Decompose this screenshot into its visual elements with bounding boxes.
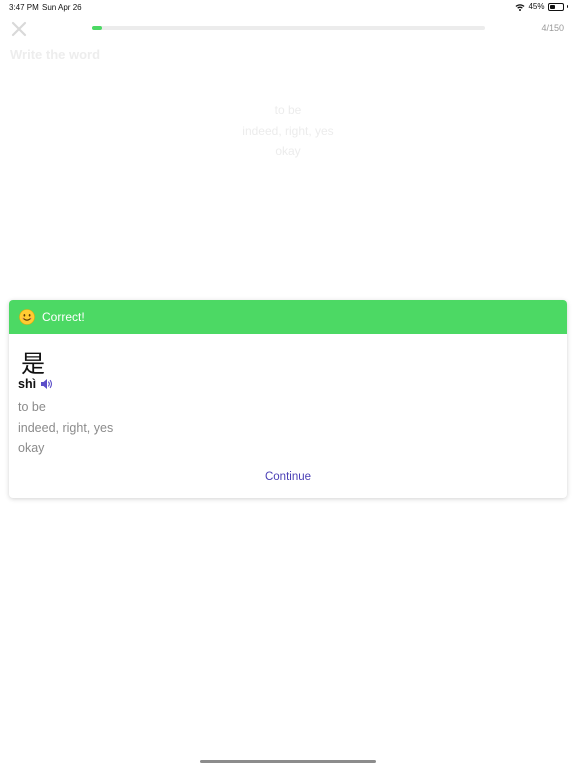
meaning-item: okay — [18, 441, 45, 455]
progress-count: 4/150 — [541, 23, 564, 33]
status-time: 3:47 PM — [9, 3, 39, 12]
prompt-meaning: okay — [275, 144, 301, 158]
home-indicator[interactable] — [200, 760, 376, 763]
pinyin-row: shì — [18, 377, 54, 391]
hanzi-character: 是 — [21, 350, 45, 378]
battery-percent: 45% — [528, 2, 545, 11]
prompt-meanings: to be indeed, right, yes okay — [0, 100, 576, 162]
meaning-item: indeed, right, yes — [18, 420, 114, 435]
speaker-icon[interactable] — [40, 378, 54, 390]
lesson-screen: 4/150 Write the word to be indeed, right… — [0, 14, 576, 300]
close-icon[interactable] — [10, 20, 28, 38]
battery-level — [549, 4, 555, 9]
prompt-meaning: indeed, right, yes — [242, 123, 334, 138]
result-card: Correct! 是 shì to be indeed, right, yes … — [9, 300, 567, 498]
prompt-meaning: to be — [274, 103, 302, 117]
battery-icon — [547, 2, 564, 11]
status-indicators: 45% — [515, 2, 568, 11]
battery-tip — [566, 5, 568, 8]
meaning-item: to be — [18, 400, 46, 414]
wifi-icon — [515, 3, 525, 11]
result-header-text: Correct! — [42, 310, 85, 324]
meanings-list: to be indeed, right, yes okay — [18, 397, 113, 459]
result-header: Correct! — [9, 300, 567, 334]
pinyin: shì — [18, 377, 37, 391]
progress-bar — [92, 26, 485, 30]
progress-fill — [92, 26, 103, 30]
prompt-title: Write the word — [10, 47, 101, 62]
smiling-face-icon — [19, 309, 35, 325]
continue-button[interactable]: Continue — [9, 471, 567, 483]
status-date: Sun Apr 26 — [42, 3, 82, 12]
status-bar: 3:47 PM Sun Apr 26 45% — [0, 0, 576, 14]
